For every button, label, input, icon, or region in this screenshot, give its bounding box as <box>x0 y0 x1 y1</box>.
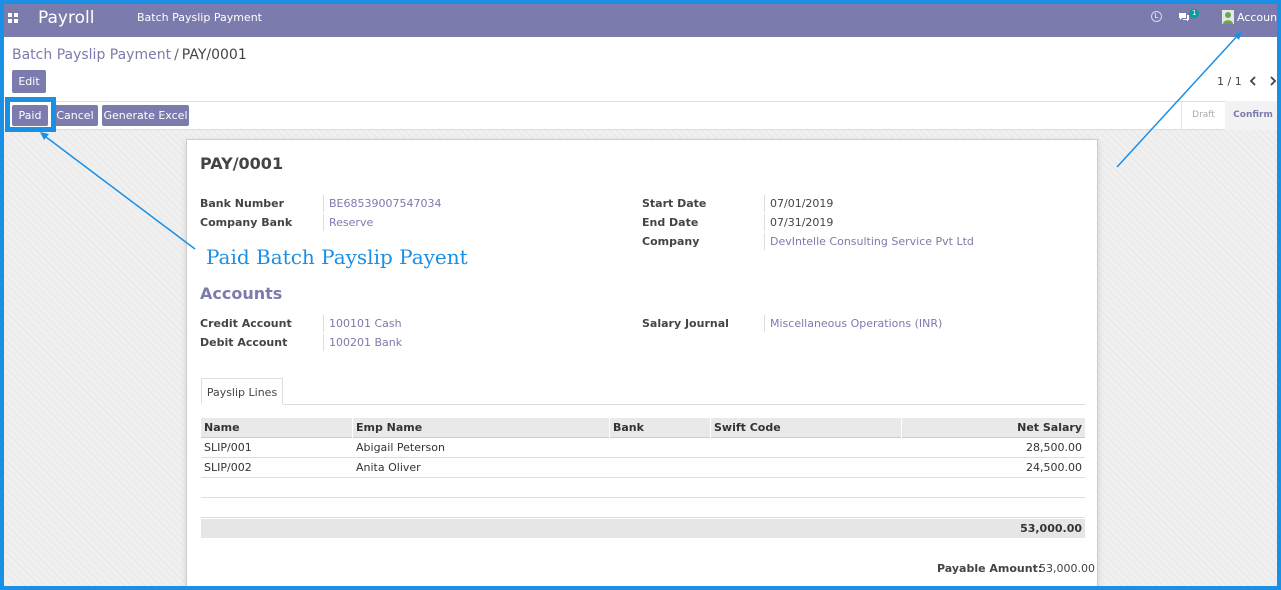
chevron-left-icon[interactable] <box>1248 76 1258 86</box>
payable-amount-value: 53,000.00 <box>1039 562 1095 575</box>
stage-draft[interactable]: Draft <box>1181 101 1225 130</box>
cell-swift <box>711 458 714 478</box>
annotation-label: Paid Batch Payslip Payent <box>206 245 468 269</box>
debit-account-value[interactable]: 100201 Bank <box>323 334 402 351</box>
chat-count-badge: 1 <box>1189 9 1200 18</box>
salary-journal-value[interactable]: Miscellaneous Operations (INR) <box>764 315 942 332</box>
table-row[interactable]: SLIP/001 Abigail Peterson 28,500.00 <box>201 438 1085 458</box>
status-bar <box>0 101 1281 130</box>
company-value[interactable]: DevIntelle Consulting Service Pvt Ltd <box>764 233 974 250</box>
col-swift-code[interactable]: Swift Code <box>711 418 902 438</box>
cell-net-salary: 28,500.00 <box>1026 441 1082 454</box>
cell-bank <box>610 458 613 478</box>
col-emp-name[interactable]: Emp Name <box>353 418 610 438</box>
cell-name: SLIP/002 <box>204 461 252 474</box>
breadcrumb-current: PAY/0001 <box>181 47 247 63</box>
bank-number-label: Bank Number <box>200 197 285 210</box>
credit-account-value[interactable]: 100101 Cash <box>323 315 402 332</box>
menu-batch-payslip-payment[interactable]: Batch Payslip Payment <box>137 11 262 24</box>
activity-clock-icon[interactable] <box>1151 11 1162 22</box>
col-name[interactable]: Name <box>201 418 353 438</box>
col-net-salary[interactable]: Net Salary <box>902 418 1085 438</box>
table-footer: 53,000.00 <box>201 519 1085 538</box>
debit-account-label: Debit Account <box>200 336 288 349</box>
stage-confirm[interactable]: Confirm <box>1225 101 1281 130</box>
start-date-label: Start Date <box>642 197 707 210</box>
cell-emp-name: Anita Oliver <box>356 461 421 474</box>
edit-button[interactable]: Edit <box>12 70 46 93</box>
breadcrumb: Batch Payslip Payment / PAY/0001 <box>12 47 247 63</box>
net-salary-total: 53,000.00 <box>1020 522 1082 535</box>
cancel-button[interactable]: Cancel <box>52 105 98 126</box>
payable-amount-label: Payable Amount: <box>937 562 1043 575</box>
apps-grid-icon[interactable] <box>8 13 18 23</box>
breadcrumb-separator: / <box>174 47 179 63</box>
col-bank[interactable]: Bank <box>610 418 711 438</box>
cell-emp-name: Abigail Peterson <box>356 441 445 454</box>
table-empty-row <box>201 478 1085 498</box>
table-header: Name Emp Name Bank Swift Code Net Salary <box>201 418 1085 438</box>
start-date-value: 07/01/2019 <box>764 195 833 212</box>
tab-divider <box>201 404 1085 405</box>
salary-journal-label: Salary Journal <box>642 317 729 330</box>
table-row[interactable]: SLIP/002 Anita Oliver 24,500.00 <box>201 458 1085 478</box>
tab-payslip-lines[interactable]: Payslip Lines <box>201 378 283 405</box>
table-empty-row <box>201 498 1085 518</box>
cell-name: SLIP/001 <box>204 441 252 454</box>
cell-bank <box>610 438 613 458</box>
company-bank-value[interactable]: Reserve <box>323 214 373 231</box>
company-bank-label: Company Bank <box>200 216 293 229</box>
pager-value[interactable]: 1 / 1 <box>1217 75 1242 88</box>
cell-net-salary: 24,500.00 <box>1026 461 1082 474</box>
account-menu[interactable]: Account <box>1237 11 1281 24</box>
top-navbar: Payroll Batch Payslip Payment 1 Account <box>0 0 1281 37</box>
credit-account-label: Credit Account <box>200 317 292 330</box>
end-date-label: End Date <box>642 216 699 229</box>
user-avatar-icon[interactable] <box>1222 10 1234 24</box>
form-sheet: PAY/0001 Bank Number BE68539007547034 Co… <box>186 139 1098 590</box>
record-title: PAY/0001 <box>200 154 284 173</box>
end-date-value: 07/31/2019 <box>764 214 833 231</box>
chevron-right-icon[interactable] <box>1268 76 1278 86</box>
accounts-section-title: Accounts <box>200 284 283 303</box>
bank-number-value[interactable]: BE68539007547034 <box>323 195 441 212</box>
company-label: Company <box>642 235 700 248</box>
cell-swift <box>711 438 714 458</box>
paid-button-highlight <box>5 97 56 132</box>
breadcrumb-parent-link[interactable]: Batch Payslip Payment <box>12 47 171 63</box>
generate-excel-button[interactable]: Generate Excel <box>102 105 189 126</box>
app-name[interactable]: Payroll <box>38 8 94 28</box>
